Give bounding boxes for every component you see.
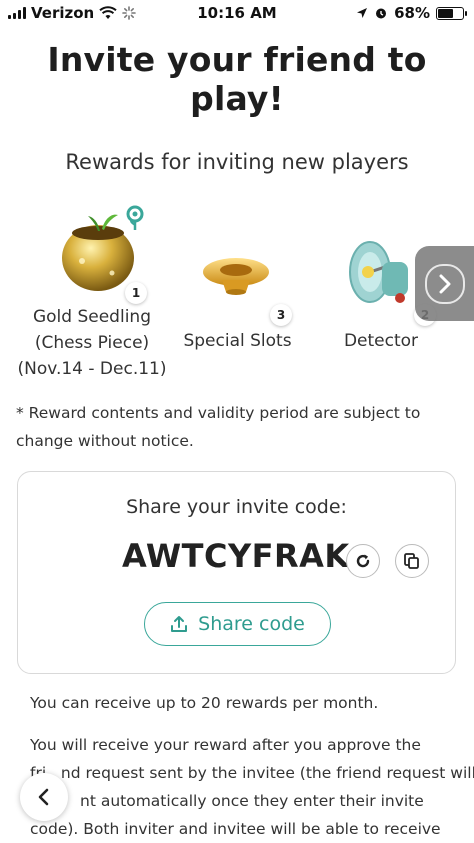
page-title: Invite your friend to play! <box>47 40 427 118</box>
invite-code: AWTCYFRAK <box>122 537 350 575</box>
refresh-icon <box>356 554 370 568</box>
reward-name: Special Slots <box>183 331 292 351</box>
reward-name: Gold Seedling <box>32 307 151 327</box>
refresh-code-button[interactable] <box>346 544 380 578</box>
info-reward-line-2: fri nd request sent by the invitee (the … <box>30 764 474 782</box>
reward-count-badge: 3 <box>270 304 292 326</box>
copy-code-button[interactable] <box>395 544 429 578</box>
status-right: 68% <box>356 4 467 22</box>
share-icon <box>171 616 188 632</box>
info-monthly-limit: You can receive up to 20 rewards per mon… <box>30 694 379 712</box>
battery-percent: 68% <box>394 4 430 22</box>
info-reward-line-4: code). Both inviter and invitee will be … <box>30 820 441 838</box>
share-code-label: Share code <box>198 613 305 635</box>
invite-code-card: Share your invite code: AWTCYFRAK Share … <box>17 471 456 674</box>
reward-detector: Detector <box>336 328 426 354</box>
back-button[interactable] <box>20 773 68 821</box>
reward-disclaimer: * Reward contents and validity period ar… <box>16 404 421 450</box>
reward-count-badge: 1 <box>125 282 147 304</box>
chevron-right-icon <box>424 263 465 304</box>
copy-icon <box>404 553 419 569</box>
reward-name: Detector <box>343 331 419 351</box>
share-invite-label: Share your invite code: <box>126 496 347 518</box>
seedling-badge-icon <box>125 205 145 231</box>
chevron-left-icon <box>38 788 49 806</box>
info-reward-line-1: You will receive your reward after you a… <box>30 736 421 754</box>
location-icon <box>357 8 368 18</box>
reward-special-slots: Special Slots <box>180 328 295 354</box>
alarm-icon <box>376 8 387 19</box>
reward-image-detector <box>348 238 418 308</box>
reward-gold-seedling: Gold Seedling (Chess Piece) (Nov.14 - De… <box>12 304 172 382</box>
battery-icon <box>436 6 467 20</box>
reward-subtitle: (Chess Piece) <box>34 333 150 353</box>
info-reward-line-3: nt automatically once they enter their i… <box>80 792 424 810</box>
reward-validity: (Nov.14 - Dec.11) <box>17 359 167 379</box>
rewards-title: Rewards for inviting new players <box>65 150 409 174</box>
share-code-button[interactable]: Share code <box>144 602 331 646</box>
status-bar: Verizon 10:16 AM 68% <box>0 0 474 28</box>
carousel-next-button[interactable] <box>415 246 474 321</box>
reward-image-special-slots <box>200 252 272 298</box>
